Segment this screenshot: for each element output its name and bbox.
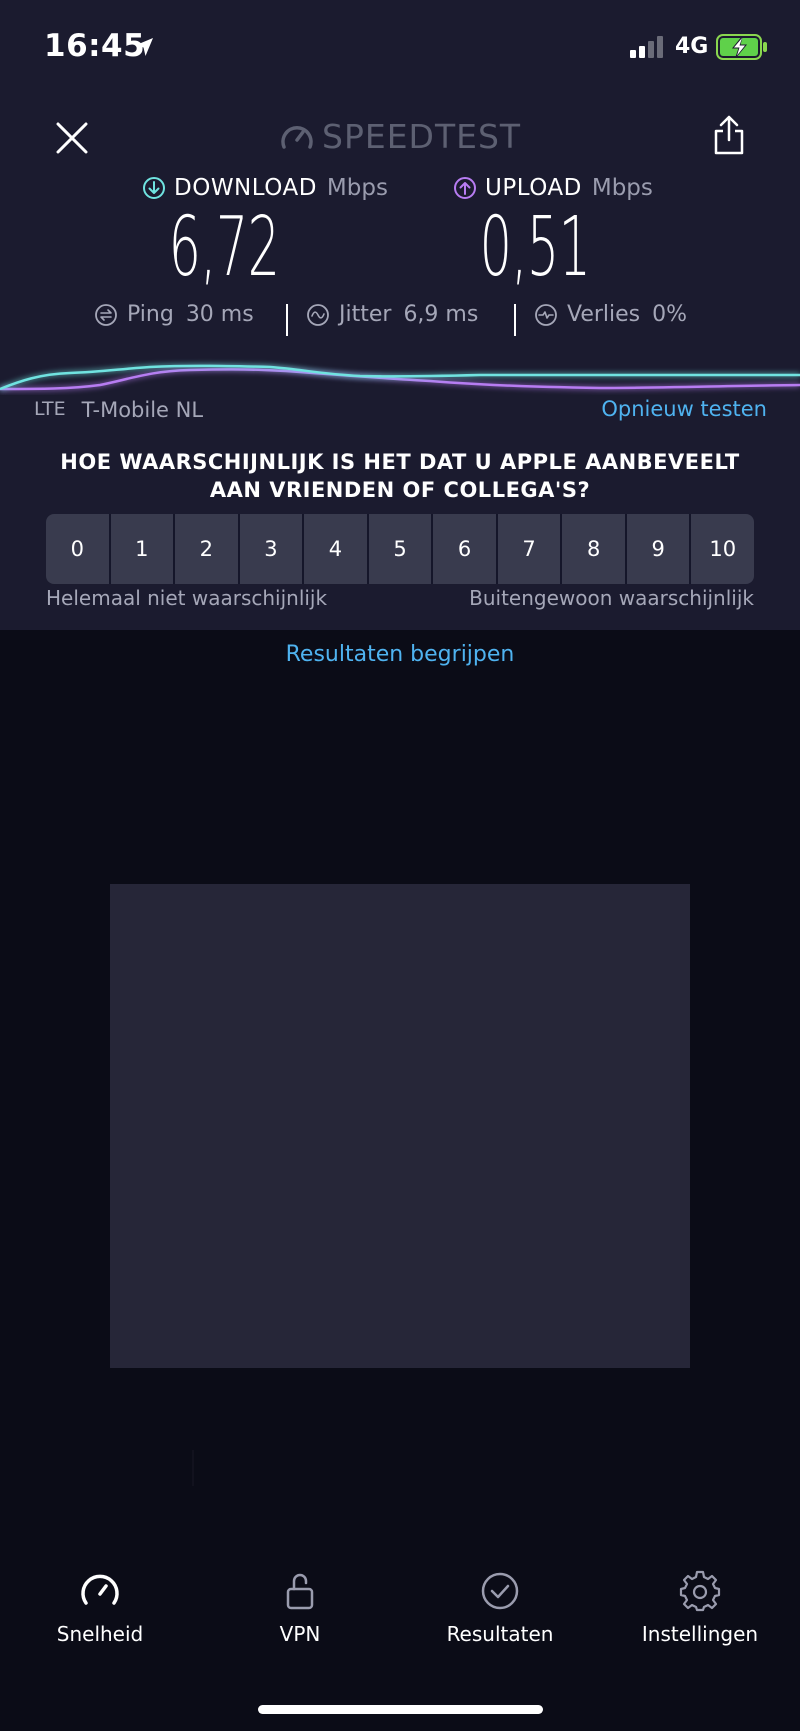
ping-stat: Ping 30 ms — [94, 302, 254, 327]
speedtest-logo: SPEEDTEST — [280, 116, 521, 156]
speed-graph — [0, 364, 800, 391]
carrier-tech: LTE — [34, 398, 66, 420]
gear-icon — [679, 1570, 721, 1612]
status-time: 16:45 — [44, 28, 146, 64]
rating-option-1[interactable]: 1 — [110, 514, 174, 584]
tab-resultaten[interactable]: Resultaten — [400, 1570, 600, 1646]
stats-row: Ping 30 ms Jitter 6,9 ms Verlies 0% — [0, 302, 800, 338]
location-arrow-icon — [135, 38, 153, 56]
rating-option-4[interactable]: 4 — [304, 514, 367, 584]
rating-option-2[interactable]: 2 — [175, 514, 238, 584]
battery-charging-icon — [716, 34, 767, 60]
rating-option-5[interactable]: 5 — [368, 514, 432, 584]
jitter-stat: Jitter 6,9 ms — [306, 302, 478, 327]
ping-label: Ping — [127, 302, 174, 327]
speedometer-icon — [81, 1574, 119, 1605]
tab-label: Instellingen — [641, 1622, 759, 1646]
survey-question: HOE WAARSCHIJNLIJK IS HET DAT U APPLE AA… — [60, 450, 740, 502]
ping-icon — [95, 303, 117, 326]
retest-link[interactable]: Opnieuw testen — [601, 397, 767, 421]
check-circle-icon — [481, 1572, 519, 1610]
upload-unit: Mbps — [591, 175, 653, 201]
rating-scale: 0 1 2 3 4 5 6 7 8 9 10 — [46, 514, 754, 584]
download-arrow-icon — [143, 177, 165, 199]
tab-instellingen[interactable]: Instellingen — [600, 1570, 800, 1646]
carrier-name: T-Mobile NL — [81, 398, 204, 422]
upload-header: UPLOAD Mbps — [453, 175, 653, 201]
download-graph-line — [0, 364, 800, 391]
packet-loss-icon — [535, 303, 557, 326]
upload-label: UPLOAD — [485, 175, 582, 201]
rating-option-3[interactable]: 3 — [239, 514, 303, 584]
loss-value: 0% — [652, 302, 688, 327]
stats-divider — [514, 304, 516, 336]
ad-placeholder[interactable] — [110, 884, 690, 1368]
share-button[interactable] — [712, 114, 746, 156]
upload-arrow-icon — [454, 177, 476, 199]
download-unit: Mbps — [326, 175, 388, 201]
upload-graph-line — [0, 368, 800, 391]
rating-option-10[interactable]: 10 — [691, 514, 754, 584]
tab-label: VPN — [279, 1622, 321, 1646]
rating-option-8[interactable]: 8 — [562, 514, 625, 584]
scale-high-label: Buitengewoon waarschijnlijk — [469, 586, 754, 610]
tab-label: Snelheid — [56, 1622, 144, 1646]
rating-option-9[interactable]: 9 — [626, 514, 690, 584]
signal-strength-icon — [630, 36, 663, 58]
scale-low-label: Helemaal niet waarschijnlijk — [46, 586, 328, 610]
upload-value: 0,51 — [479, 200, 591, 295]
logo-text: SPEEDTEST — [322, 116, 522, 156]
speedometer-logo-icon — [281, 126, 313, 149]
jitter-value: 6,9 ms — [403, 302, 479, 327]
rating-option-6[interactable]: 6 — [433, 514, 496, 584]
understand-results-link[interactable]: Resultaten begrijpen — [0, 642, 800, 667]
lock-open-icon — [286, 1573, 314, 1610]
tab-label: Resultaten — [446, 1622, 554, 1646]
rating-option-7[interactable]: 7 — [497, 514, 561, 584]
tab-snelheid[interactable]: Snelheid — [0, 1570, 200, 1646]
loss-label: Verlies — [567, 302, 641, 327]
download-header: DOWNLOAD Mbps — [142, 175, 388, 201]
tab-bar: Snelheid VPN Resultaten Instellingen — [0, 1570, 800, 1680]
ping-value: 30 ms — [185, 302, 254, 327]
loss-stat: Verlies 0% — [534, 302, 687, 327]
jitter-label: Jitter — [339, 302, 392, 327]
download-label: DOWNLOAD — [174, 175, 317, 201]
network-type: 4G — [675, 34, 709, 59]
jitter-icon — [307, 303, 329, 326]
carrier-info: LTE T-Mobile NL — [34, 398, 203, 422]
faded-divider — [192, 1450, 194, 1486]
stats-divider — [286, 304, 288, 336]
close-button[interactable] — [52, 118, 92, 158]
download-value: 6,72 — [168, 200, 280, 295]
tab-vpn[interactable]: VPN — [200, 1570, 400, 1646]
rating-option-0[interactable]: 0 — [46, 514, 109, 584]
home-indicator[interactable] — [258, 1705, 543, 1714]
